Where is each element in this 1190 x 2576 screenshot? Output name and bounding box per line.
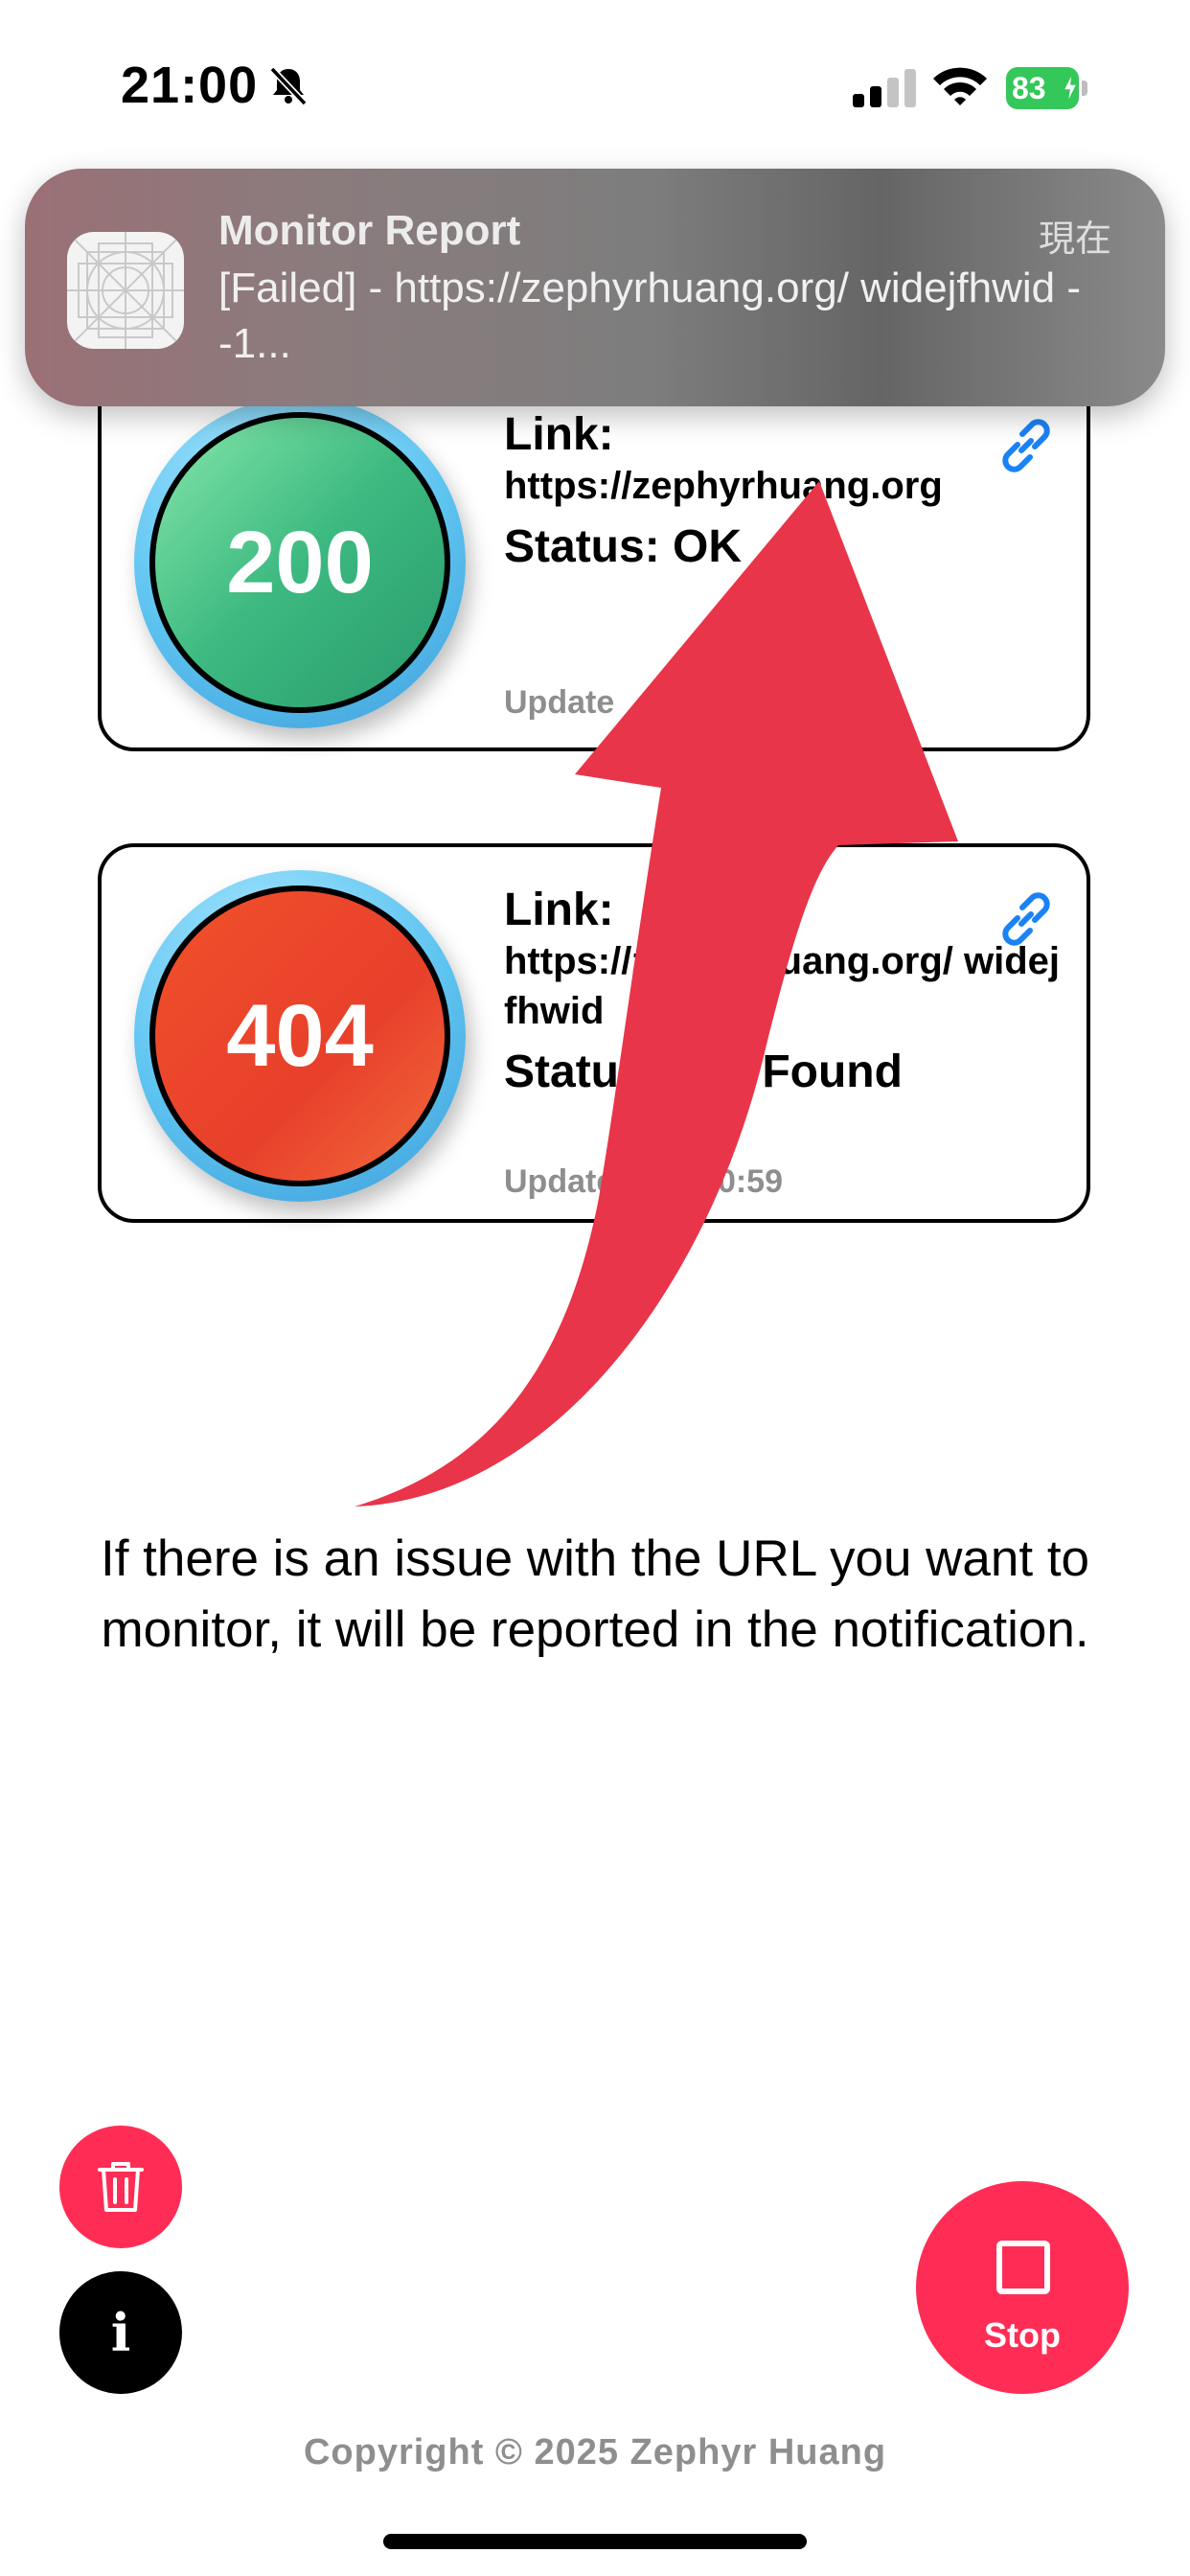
charging-bolt-icon bbox=[1062, 73, 1079, 104]
app-placeholder-icon bbox=[67, 232, 184, 349]
stop-icon bbox=[996, 2241, 1050, 2294]
link-icon[interactable] bbox=[993, 886, 1060, 953]
wifi-icon bbox=[933, 67, 987, 105]
curved-arrow-graphic bbox=[355, 481, 958, 1506]
cellular-signal-icon bbox=[853, 69, 916, 107]
status-bar: 21:00 83 bbox=[0, 0, 1190, 172]
notification-banner[interactable]: Monitor Report [Failed] - https://zephyr… bbox=[25, 169, 1165, 406]
app-icon bbox=[67, 232, 184, 349]
onboarding-caption: If there is an issue with the URL you wa… bbox=[100, 1530, 1090, 1658]
bell-slash-icon bbox=[269, 66, 308, 106]
stop-label: Stop bbox=[984, 2315, 1061, 2355]
notification-time: 現在 bbox=[1038, 218, 1111, 260]
delete-button[interactable] bbox=[59, 2126, 182, 2248]
info-icon: i bbox=[110, 2302, 131, 2363]
stop-button[interactable]: Stop bbox=[916, 2181, 1129, 2394]
battery-indicator: 83 bbox=[1006, 67, 1088, 109]
copyright-text: Copyright © 2025 Zephyr Huang bbox=[303, 2432, 887, 2472]
status-time: 21:00 bbox=[121, 57, 259, 114]
trash-icon bbox=[98, 2162, 144, 2212]
battery-tip bbox=[1082, 80, 1087, 96]
link-icon[interactable] bbox=[993, 412, 1060, 479]
home-indicator bbox=[383, 2534, 807, 2549]
notification-title: Monitor Report bbox=[218, 207, 521, 254]
notification-body: [Failed] - https://zephyrhuang.org/ wide… bbox=[218, 264, 1082, 367]
link-label: Link: bbox=[504, 409, 614, 460]
info-button[interactable]: i bbox=[59, 2271, 182, 2394]
